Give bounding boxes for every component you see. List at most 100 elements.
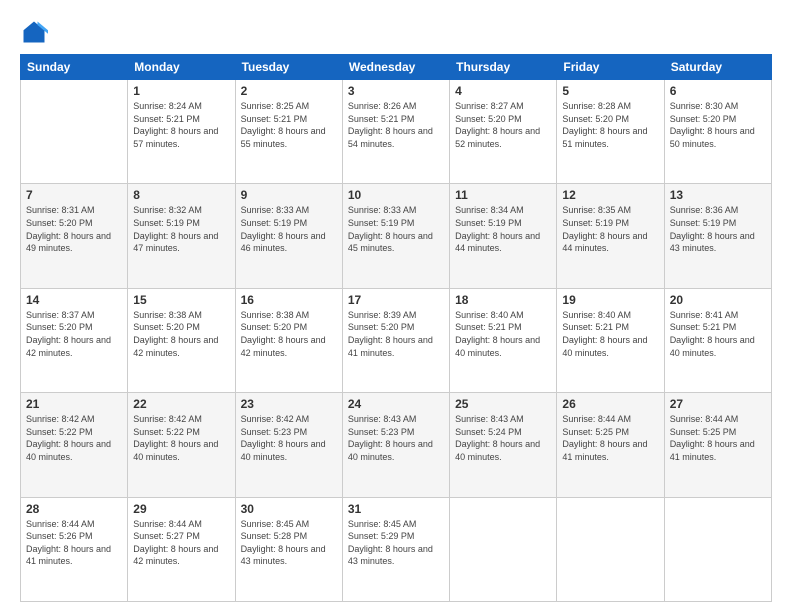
weekday-header-wednesday: Wednesday [342, 55, 449, 80]
day-cell: 14 Sunrise: 8:37 AMSunset: 5:20 PMDayligh… [21, 288, 128, 392]
day-info: Sunrise: 8:33 AMSunset: 5:19 PMDaylight:… [348, 204, 444, 254]
weekday-header-row: SundayMondayTuesdayWednesdayThursdayFrid… [21, 55, 772, 80]
day-cell: 12 Sunrise: 8:35 AMSunset: 5:19 PMDayligh… [557, 184, 664, 288]
week-row-4: 21Sunrise: 8:42 AMSunset: 5:22 PMDayligh… [21, 393, 772, 497]
day-number: 14 [26, 293, 122, 307]
weekday-header-thursday: Thursday [450, 55, 557, 80]
calendar-page: SundayMondayTuesdayWednesdayThursdayFrid… [0, 0, 792, 612]
day-number: 15 [133, 293, 229, 307]
day-cell: 29Sunrise: 8:44 AMSunset: 5:27 PMDayligh… [128, 497, 235, 601]
day-info: Sunrise: 8:45 AMSunset: 5:28 PMDaylight:… [241, 518, 337, 568]
day-cell [557, 497, 664, 601]
day-number: 10 [348, 188, 444, 202]
week-row-2: 7 Sunrise: 8:31 AMSunset: 5:20 PMDaylight… [21, 184, 772, 288]
day-cell: 22 Sunrise: 8:42 AMSunset: 5:22 PMDayligh… [128, 393, 235, 497]
day-info: Sunrise: 8:24 AMSunset: 5:21 PMDaylight:… [133, 100, 229, 150]
day-info: Sunrise: 8:35 AMSunset: 5:19 PMDaylight:… [562, 204, 658, 254]
day-number: 11 [455, 188, 551, 202]
day-info: Sunrise: 8:37 AMSunset: 5:20 PMDaylight:… [26, 309, 122, 359]
day-cell: 28 Sunrise: 8:44 AMSunset: 5:26 PMDayligh… [21, 497, 128, 601]
day-cell: 26 Sunrise: 8:44 AMSunset: 5:25 PMDayligh… [557, 393, 664, 497]
day-number: 25 [455, 397, 551, 411]
day-info: Sunrise: 8:33 AMSunset: 5:19 PMDaylight:… [241, 204, 337, 254]
day-cell: 3 Sunrise: 8:26 AMSunset: 5:21 PMDaylight… [342, 80, 449, 184]
day-number: 27 [670, 397, 766, 411]
day-info: Sunrise: 8:44 AMSunset: 5:26 PMDaylight:… [26, 518, 122, 568]
day-info: Sunrise: 8:39 AMSunset: 5:20 PMDaylight:… [348, 309, 444, 359]
day-number: 17 [348, 293, 444, 307]
day-number: 30 [241, 502, 337, 516]
day-cell: 4 Sunrise: 8:27 AMSunset: 5:20 PMDaylight… [450, 80, 557, 184]
day-number: 31 [348, 502, 444, 516]
day-info: Sunrise: 8:31 AMSunset: 5:20 PMDaylight:… [26, 204, 122, 254]
day-cell: 16 Sunrise: 8:38 AMSunset: 5:20 PMDayligh… [235, 288, 342, 392]
day-number: 26 [562, 397, 658, 411]
day-info: Sunrise: 8:44 AMSunset: 5:25 PMDaylight:… [562, 413, 658, 463]
day-number: 9 [241, 188, 337, 202]
day-number: 5 [562, 84, 658, 98]
day-info: Sunrise: 8:25 AMSunset: 5:21 PMDaylight:… [241, 100, 337, 150]
weekday-header-friday: Friday [557, 55, 664, 80]
day-cell: 8 Sunrise: 8:32 AMSunset: 5:19 PMDaylight… [128, 184, 235, 288]
day-cell [450, 497, 557, 601]
day-cell [664, 497, 771, 601]
day-cell: 13 Sunrise: 8:36 AMSunset: 5:19 PMDayligh… [664, 184, 771, 288]
header [20, 18, 772, 46]
day-number: 6 [670, 84, 766, 98]
day-number: 4 [455, 84, 551, 98]
logo-icon [20, 18, 48, 46]
day-cell: 11 Sunrise: 8:34 AMSunset: 5:19 PMDayligh… [450, 184, 557, 288]
day-info: Sunrise: 8:40 AMSunset: 5:21 PMDaylight:… [562, 309, 658, 359]
day-number: 23 [241, 397, 337, 411]
day-number: 7 [26, 188, 122, 202]
logo [20, 18, 52, 46]
day-info: Sunrise: 8:38 AMSunset: 5:20 PMDaylight:… [241, 309, 337, 359]
day-info: Sunrise: 8:38 AMSunset: 5:20 PMDaylight:… [133, 309, 229, 359]
day-cell: 25 Sunrise: 8:43 AMSunset: 5:24 PMDayligh… [450, 393, 557, 497]
day-number: 13 [670, 188, 766, 202]
day-cell [21, 80, 128, 184]
day-cell: 19 Sunrise: 8:40 AMSunset: 5:21 PMDayligh… [557, 288, 664, 392]
day-number: 3 [348, 84, 444, 98]
day-info: Sunrise: 8:36 AMSunset: 5:19 PMDaylight:… [670, 204, 766, 254]
day-number: 8 [133, 188, 229, 202]
day-info: Sunrise: 8:43 AMSunset: 5:23 PMDaylight:… [348, 413, 444, 463]
day-cell: 15 Sunrise: 8:38 AMSunset: 5:20 PMDayligh… [128, 288, 235, 392]
day-cell: 2 Sunrise: 8:25 AMSunset: 5:21 PMDaylight… [235, 80, 342, 184]
day-info: Sunrise: 8:43 AMSunset: 5:24 PMDaylight:… [455, 413, 551, 463]
day-info: Sunrise: 8:45 AMSunset: 5:29 PMDaylight:… [348, 518, 444, 568]
day-number: 22 [133, 397, 229, 411]
day-cell: 23 Sunrise: 8:42 AMSunset: 5:23 PMDayligh… [235, 393, 342, 497]
day-number: 1 [133, 84, 229, 98]
day-number: 20 [670, 293, 766, 307]
day-number: 19 [562, 293, 658, 307]
weekday-header-saturday: Saturday [664, 55, 771, 80]
day-cell: 9 Sunrise: 8:33 AMSunset: 5:19 PMDaylight… [235, 184, 342, 288]
day-cell: 5Sunrise: 8:28 AMSunset: 5:20 PMDaylight… [557, 80, 664, 184]
calendar-table: SundayMondayTuesdayWednesdayThursdayFrid… [20, 54, 772, 602]
weekday-header-sunday: Sunday [21, 55, 128, 80]
day-number: 12 [562, 188, 658, 202]
day-info: Sunrise: 8:42 AMSunset: 5:23 PMDaylight:… [241, 413, 337, 463]
week-row-1: 1 Sunrise: 8:24 AMSunset: 5:21 PMDaylight… [21, 80, 772, 184]
day-info: Sunrise: 8:27 AMSunset: 5:20 PMDaylight:… [455, 100, 551, 150]
day-cell: 27Sunrise: 8:44 AMSunset: 5:25 PMDayligh… [664, 393, 771, 497]
day-info: Sunrise: 8:34 AMSunset: 5:19 PMDaylight:… [455, 204, 551, 254]
day-cell: 17 Sunrise: 8:39 AMSunset: 5:20 PMDayligh… [342, 288, 449, 392]
day-number: 16 [241, 293, 337, 307]
day-info: Sunrise: 8:42 AMSunset: 5:22 PMDaylight:… [133, 413, 229, 463]
day-cell: 20 Sunrise: 8:41 AMSunset: 5:21 PMDayligh… [664, 288, 771, 392]
day-info: Sunrise: 8:41 AMSunset: 5:21 PMDaylight:… [670, 309, 766, 359]
day-cell: 6Sunrise: 8:30 AMSunset: 5:20 PMDaylight… [664, 80, 771, 184]
day-cell: 31 Sunrise: 8:45 AMSunset: 5:29 PMDayligh… [342, 497, 449, 601]
day-info: Sunrise: 8:26 AMSunset: 5:21 PMDaylight:… [348, 100, 444, 150]
day-number: 28 [26, 502, 122, 516]
day-cell: 30 Sunrise: 8:45 AMSunset: 5:28 PMDayligh… [235, 497, 342, 601]
day-info: Sunrise: 8:40 AMSunset: 5:21 PMDaylight:… [455, 309, 551, 359]
day-number: 2 [241, 84, 337, 98]
day-number: 29 [133, 502, 229, 516]
day-cell: 24Sunrise: 8:43 AMSunset: 5:23 PMDayligh… [342, 393, 449, 497]
week-row-5: 28 Sunrise: 8:44 AMSunset: 5:26 PMDayligh… [21, 497, 772, 601]
day-info: Sunrise: 8:32 AMSunset: 5:19 PMDaylight:… [133, 204, 229, 254]
day-info: Sunrise: 8:42 AMSunset: 5:22 PMDaylight:… [26, 413, 122, 463]
